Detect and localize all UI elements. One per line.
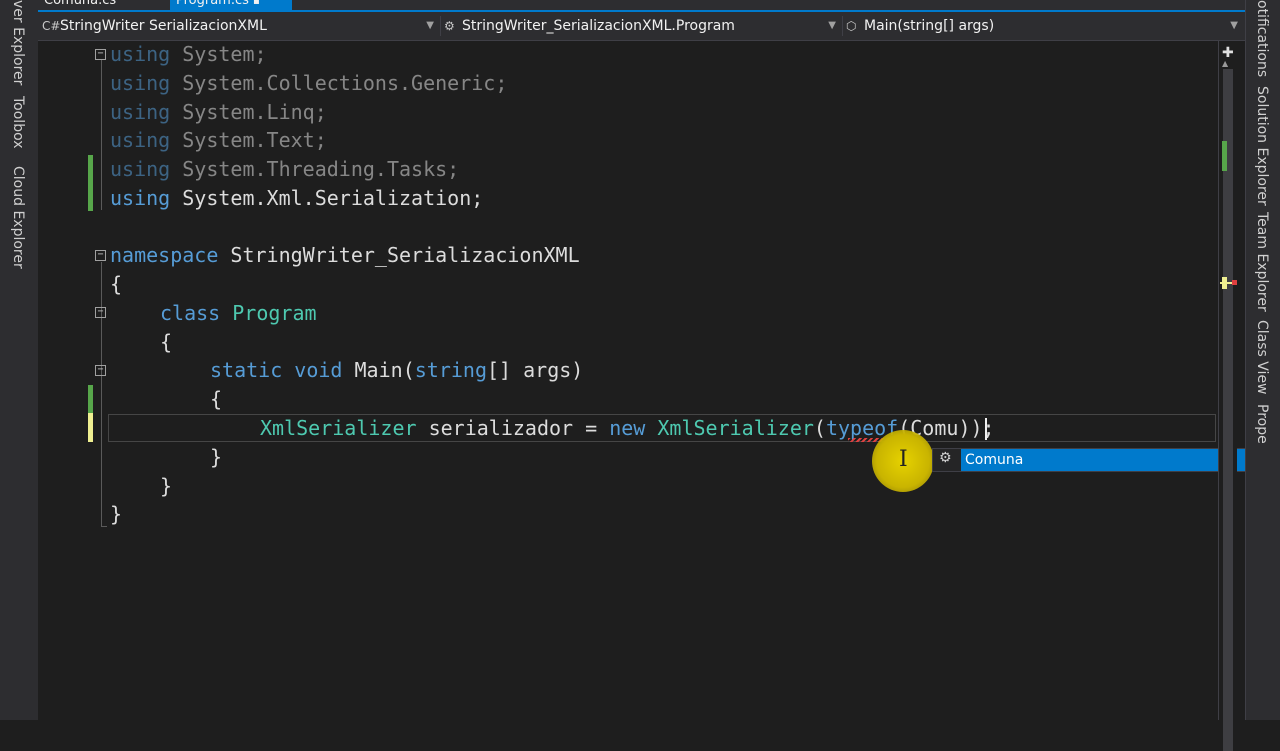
csharp-project-icon: C# (42, 19, 61, 33)
code-line-using: using System.Linq; (110, 100, 327, 124)
collapse-toggle-method[interactable]: − (95, 365, 106, 376)
code-line-brace: { (110, 272, 123, 296)
code-line-namespace: namespace StringWriter_SerializacionXML (110, 243, 580, 267)
chevron-down-icon: ▼ (828, 20, 836, 31)
class-icon: ⚙ (444, 19, 455, 33)
ibeam-cursor-icon: I (899, 447, 908, 472)
code-line-brace: { (160, 330, 173, 354)
project-dropdown[interactable]: C#StringWriter SerializacionXML ▼ (42, 15, 438, 37)
collapse-toggle-namespace[interactable]: − (95, 250, 106, 261)
text-caret (985, 418, 987, 440)
tab-comuna[interactable]: Comuna.cs (38, 0, 122, 10)
code-line-brace: { (210, 387, 223, 411)
method-icon: ⬡ (846, 19, 857, 33)
intellisense-popup: ⚙ Comuna (932, 448, 1264, 472)
class-icon: ⚙ (939, 450, 952, 466)
tab-program[interactable]: Program.cs ▪ (170, 0, 292, 10)
unsaved-change-bar (88, 413, 93, 442)
code-line-brace: } (210, 445, 223, 469)
code-line-using: using System.Text; (110, 128, 327, 152)
code-line-method: static void Main(string[] args) (210, 358, 584, 382)
saved-change-bar (88, 385, 93, 413)
properties-tab[interactable]: Prope (1254, 404, 1270, 444)
collapse-toggle-class[interactable]: − (95, 307, 106, 318)
saved-change-bar (88, 155, 93, 211)
chevron-down-icon: ▼ (426, 20, 434, 31)
editor-gutter (38, 41, 62, 720)
class-dropdown[interactable]: ⚙ StringWriter_SerializacionXML.Program ▼ (444, 15, 840, 37)
outline-guide (101, 60, 102, 210)
chevron-down-icon: ▼ (1230, 20, 1238, 31)
code-line-using: using System.Threading.Tasks; (110, 157, 460, 181)
pin-icon[interactable]: ▪ (253, 0, 260, 7)
code-line-brace: } (110, 502, 123, 526)
class-view-tab[interactable]: Class View (1254, 320, 1270, 395)
cloud-explorer-tab[interactable]: Cloud Explorer (10, 166, 26, 269)
scroll-error-mark (1232, 280, 1237, 285)
code-line-using: using System.Collections.Generic; (110, 71, 508, 95)
code-line-using: using System; (110, 42, 267, 66)
vertical-scrollbar[interactable]: ✚ ▲ (1218, 41, 1237, 751)
navigation-bar: C#StringWriter SerializacionXML ▼ ⚙ Strin… (38, 12, 1246, 41)
scrollbar-thumb[interactable] (1223, 69, 1233, 751)
scroll-change-mark (1222, 141, 1227, 171)
code-line-brace: } (160, 474, 173, 498)
outline-guide-end (101, 526, 107, 527)
document-tab-row: Comuna.cs Program.cs ▪ (38, 0, 1246, 10)
nav-separator (842, 16, 843, 36)
left-tool-strip: ver Explorer Toolbox Cloud Explorer (0, 0, 39, 720)
nav-separator (440, 16, 441, 36)
notifications-tab[interactable]: otifications (1254, 0, 1270, 77)
scroll-up-icon[interactable]: ▲ (1222, 59, 1228, 68)
code-line-using: using System.Xml.Serialization; (110, 186, 484, 210)
toolbox-tab[interactable]: Toolbox (10, 96, 26, 149)
code-line-class: class Program (160, 301, 317, 325)
server-explorer-tab[interactable]: ver Explorer (10, 0, 26, 85)
collapse-toggle-usings[interactable]: − (95, 49, 106, 60)
member-dropdown[interactable]: ⬡ Main(string[] args) ▼ (846, 15, 1242, 37)
outline-guide (101, 262, 102, 526)
team-explorer-tab[interactable]: Team Explorer (1254, 212, 1270, 312)
solution-explorer-tab[interactable]: Solution Explorer (1254, 86, 1270, 206)
right-tool-strip: otifications Solution Explorer Team Expl… (1245, 0, 1280, 720)
